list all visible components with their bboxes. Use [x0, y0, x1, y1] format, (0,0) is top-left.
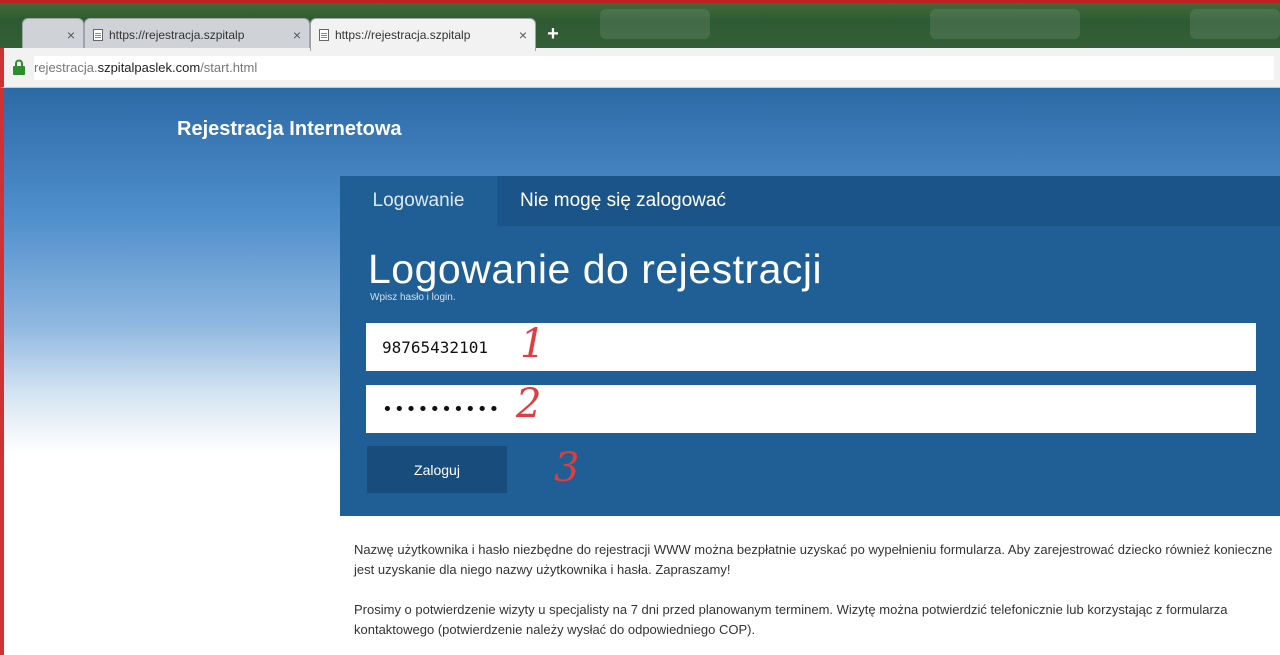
lock-icon: [13, 59, 25, 75]
site-title[interactable]: Rejestracja Internetowa: [177, 118, 402, 141]
annotation-step-2: 2: [516, 381, 542, 427]
login-heading: Logowanie do rejestracji: [368, 246, 823, 292]
login-subheading: Wpisz hasło i login.: [370, 292, 456, 303]
annotation-step-1: 1: [520, 321, 546, 367]
info-paragraph-confirmation: Prosimy o potwierdzenie wizyty u specjal…: [354, 602, 1228, 637]
new-tab-button[interactable]: +: [540, 23, 566, 45]
tab-label: https://rejestracja.szpitalp: [335, 28, 471, 42]
login-button[interactable]: Zaloguj: [367, 446, 507, 493]
tab-login[interactable]: Logowanie: [340, 176, 497, 226]
browser-tab-bar: × https://rejestracja.szpitalp × https:/…: [0, 0, 1280, 51]
username-input[interactable]: [366, 323, 1256, 371]
annotation-step-3: 3: [554, 445, 580, 491]
password-input[interactable]: [366, 385, 1256, 433]
url-prefix: rejestracja.: [34, 60, 98, 75]
browser-tab-1[interactable]: ×: [22, 18, 84, 51]
login-panel: Logowanie Nie mogę się zalogować Logowan…: [340, 176, 1280, 516]
close-icon[interactable]: ×: [519, 27, 527, 43]
page-icon: [93, 29, 103, 41]
url-field[interactable]: rejestracja.szpitalpaslek.com/start.html: [34, 56, 1274, 80]
url-domain: szpitalpaslek.com: [97, 60, 201, 75]
url-path: /start.html: [200, 60, 258, 75]
close-icon[interactable]: ×: [67, 27, 75, 43]
background-blur: [930, 9, 1080, 39]
browser-tab-2[interactable]: https://rejestracja.szpitalp ×: [84, 18, 310, 51]
background-blur: [600, 9, 710, 39]
tab-cant-login[interactable]: Nie mogę się zalogować: [520, 176, 726, 226]
page-content: Rejestracja Internetowa Logowanie Nie mo…: [0, 88, 1280, 655]
browser-tab-active[interactable]: https://rejestracja.szpitalp ×: [310, 18, 536, 51]
tab-label: https://rejestracja.szpitalp: [109, 28, 245, 42]
address-bar: rejestracja.szpitalpaslek.com/start.html: [0, 48, 1280, 88]
background-blur: [1190, 9, 1280, 39]
page-icon: [319, 29, 329, 41]
info-paragraph-registration: Nazwę użytkownika i hasło niezbędne do r…: [354, 542, 1273, 577]
close-icon[interactable]: ×: [293, 27, 301, 43]
panel-tabs: Logowanie Nie mogę się zalogować: [340, 176, 1280, 226]
